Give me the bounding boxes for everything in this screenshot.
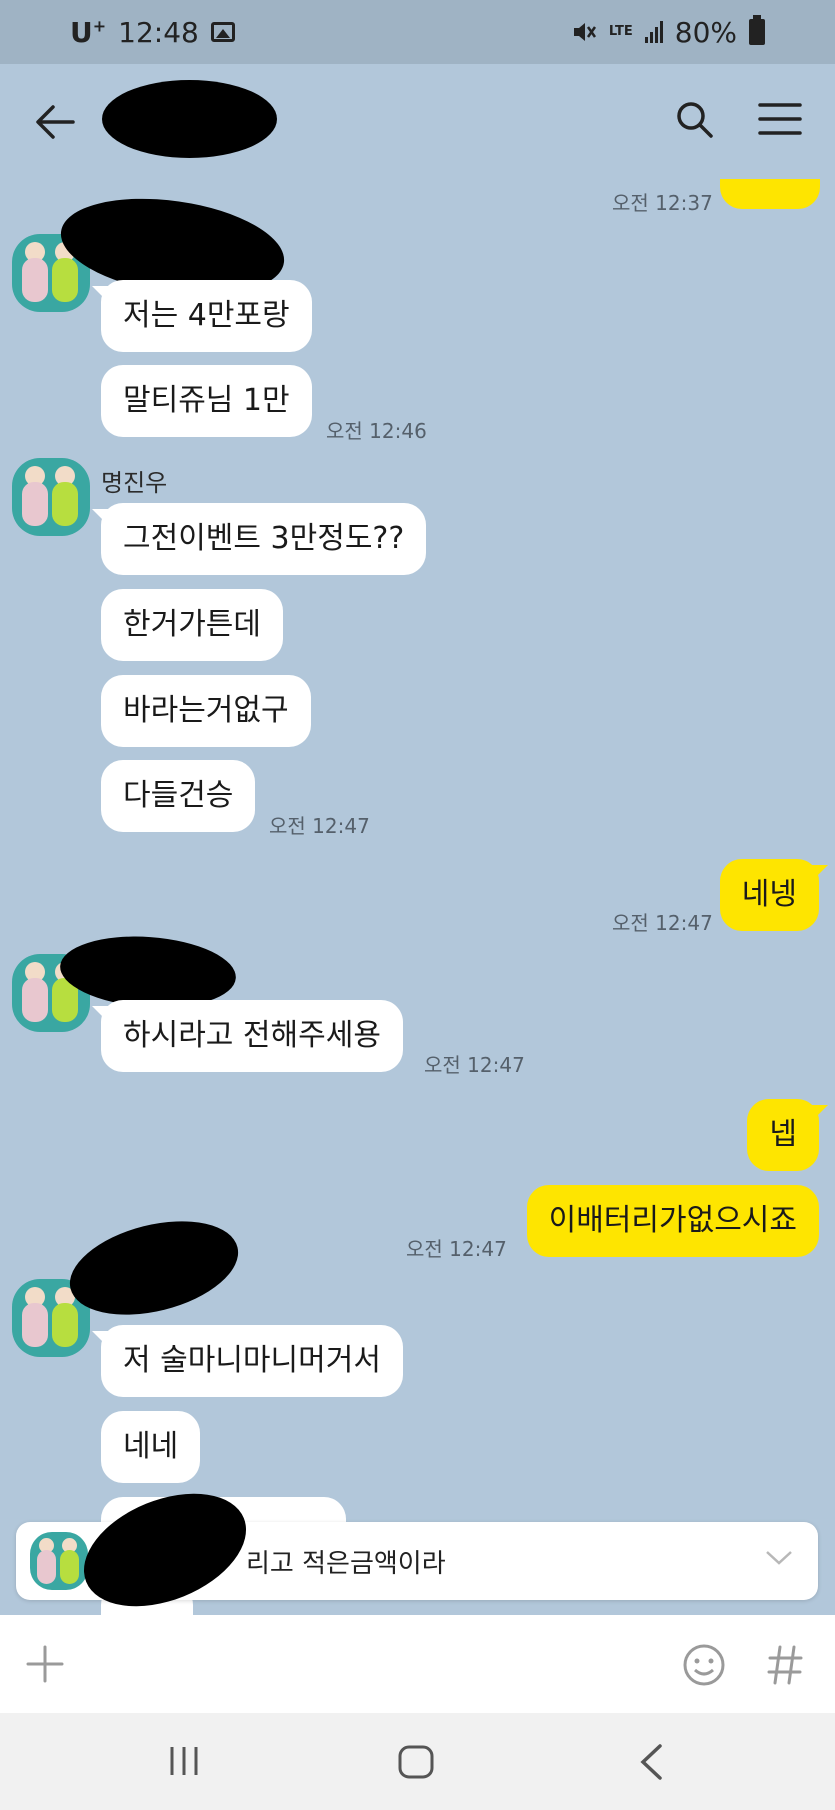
plus-icon[interactable]	[26, 1645, 64, 1683]
back-chevron-icon[interactable]	[638, 1743, 664, 1781]
status-bar: U+ 12:48 LTE 80%	[0, 0, 835, 64]
message-bubble-mine[interactable]: 네넹	[719, 859, 829, 931]
recent-apps-icon[interactable]	[168, 1745, 200, 1777]
system-nav-bar	[0, 1713, 835, 1810]
home-icon[interactable]	[398, 1745, 434, 1779]
message-bubble-mine[interactable]: 넵	[747, 1099, 828, 1171]
avatar	[30, 1532, 88, 1590]
message-time: 오전 12:47	[612, 911, 713, 935]
carrier-label: U+	[70, 15, 107, 49]
arrow-left-icon[interactable]	[30, 97, 80, 147]
chat-header	[0, 64, 835, 179]
signal-icon	[644, 21, 663, 43]
emoji-icon[interactable]	[682, 1643, 726, 1687]
chevron-down-icon[interactable]	[764, 1548, 794, 1568]
message-bubble[interactable]: 저는 4만포랑	[92, 280, 312, 352]
message-time: 오전 12:47	[424, 1053, 525, 1077]
message-bubble[interactable]: 한거가튼데	[101, 589, 283, 661]
message-bubble[interactable]: 하시라고 전해주세용	[92, 1000, 403, 1072]
message-bubble[interactable]: 저 술마니마니머거서	[92, 1325, 403, 1397]
hash-icon[interactable]	[766, 1643, 804, 1687]
message-time: 오전 12:46	[326, 419, 427, 443]
search-icon[interactable]	[669, 94, 719, 144]
hamburger-menu-icon[interactable]	[755, 94, 805, 144]
message-bubble[interactable]: 네네	[101, 1411, 201, 1483]
redacted-chat-title	[102, 80, 277, 158]
message-time: 오전 12:47	[269, 814, 370, 838]
battery-percent: 80%	[674, 15, 737, 49]
mute-icon	[573, 23, 596, 41]
image-notification-icon	[210, 22, 235, 42]
sender-name: 명진우	[101, 469, 168, 497]
message-bubble[interactable]: 다들건승	[101, 760, 256, 832]
battery-icon	[749, 15, 765, 45]
status-time: 12:48	[118, 15, 199, 49]
message-bubble[interactable]: 말티쥬님 1만	[101, 365, 312, 437]
message-bubble-mine[interactable]: 이배터리가없으시죠	[526, 1185, 819, 1257]
chat-message-list[interactable]: 오전 12:37 저는 4만포랑 말티쥬님 1만 오전 12:46 명진우 그전…	[0, 179, 835, 1615]
message-input-bar	[0, 1615, 835, 1713]
message-time: 오전 12:37	[612, 191, 713, 215]
network-type: LTE	[608, 24, 633, 39]
preview-text: 리고 적은금액이라	[246, 1548, 446, 1579]
message-bubble[interactable]: 바라는거없구	[101, 675, 311, 747]
message-bubble[interactable]: 그전이벤트 3만정도??	[91, 503, 427, 575]
message-time: 오전 12:47	[406, 1237, 507, 1261]
avatar[interactable]	[12, 458, 90, 536]
message-bubble-mine[interactable]	[720, 179, 820, 209]
